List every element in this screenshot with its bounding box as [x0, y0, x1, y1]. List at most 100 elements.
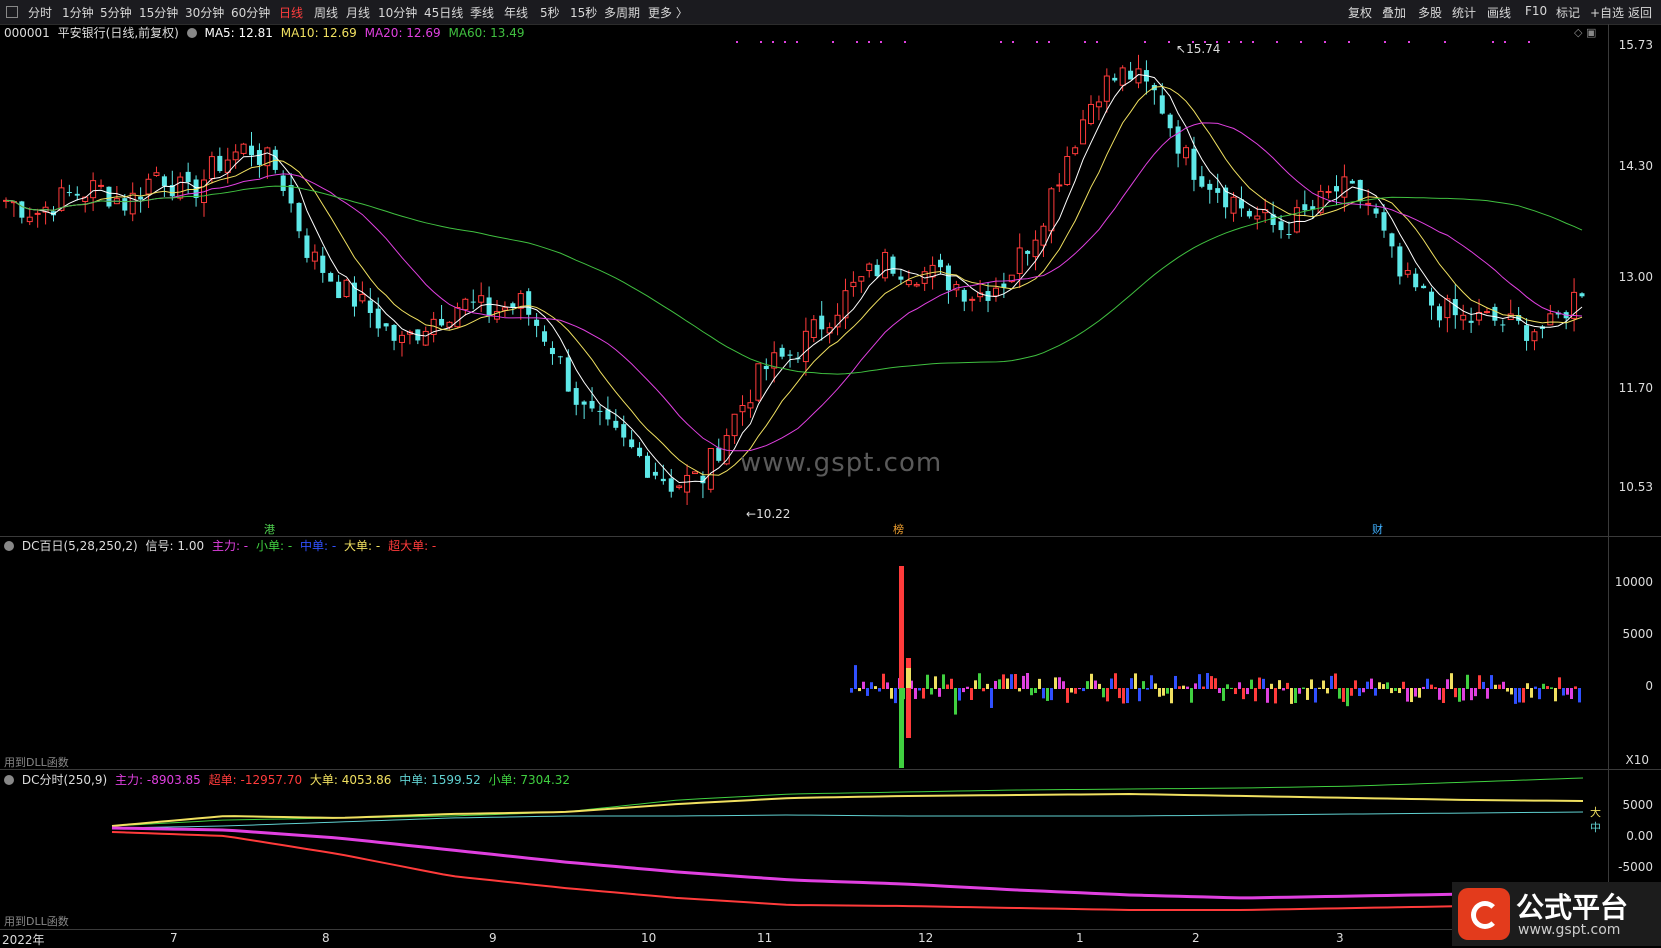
toolbar-item-5[interactable]: 60分钟	[231, 4, 270, 21]
candle	[819, 301, 825, 341]
marker-gang[interactable]: 港	[264, 521, 275, 537]
histogram-bar	[890, 688, 893, 699]
candle	[311, 244, 318, 270]
candle	[1223, 184, 1229, 219]
candle	[415, 329, 421, 345]
candle	[1112, 73, 1118, 83]
toolbar-right-3[interactable]: 统计	[1452, 4, 1476, 21]
histogram-bar	[918, 688, 921, 691]
low-value: 10.22	[756, 507, 791, 521]
histogram-bar	[1454, 688, 1457, 698]
x-tick-5: 11	[757, 931, 773, 945]
zhongdan-line	[111, 811, 1584, 829]
toolbar-right-7[interactable]: +自选	[1590, 4, 1624, 21]
histogram-bar	[1198, 674, 1201, 689]
toolbar-right-0[interactable]: 复权	[1348, 4, 1372, 21]
toolbar-right-5[interactable]: F10	[1525, 4, 1547, 18]
histogram-bar	[1190, 688, 1193, 703]
window-icon[interactable]	[6, 6, 18, 18]
dc-baiuri-histogram[interactable]	[0, 537, 1608, 769]
histogram-bar	[1446, 679, 1449, 689]
toolbar-right-1[interactable]: 叠加	[1382, 4, 1406, 21]
histogram-bar	[974, 680, 977, 689]
histogram-bar	[1458, 688, 1461, 702]
histogram-bar	[866, 688, 869, 696]
histogram-bar	[1010, 674, 1013, 689]
histogram-bar	[870, 682, 873, 689]
candle	[10, 201, 17, 217]
histogram-bar	[1214, 678, 1217, 689]
candle	[1500, 319, 1506, 333]
toolbar-item-10[interactable]: 45日线	[424, 4, 463, 21]
toolbar-item-4[interactable]: 30分钟	[185, 4, 224, 21]
toolbar-item-13[interactable]: 5秒	[540, 4, 560, 21]
candle	[542, 325, 548, 346]
histogram-bar	[1098, 683, 1101, 689]
toolbar-item-9[interactable]: 10分钟	[378, 4, 417, 21]
histogram-bar	[1238, 682, 1241, 689]
histogram-bar	[1538, 688, 1541, 700]
candle	[42, 201, 49, 225]
histogram-bar	[1514, 688, 1517, 704]
toolbar-item-6[interactable]: 日线	[279, 4, 303, 21]
histogram-bar	[926, 674, 929, 689]
candle	[1421, 283, 1427, 289]
histogram-bar	[1282, 688, 1285, 691]
signal-dot	[1036, 41, 1038, 43]
signal-dot	[1084, 41, 1086, 43]
candle	[1429, 287, 1435, 320]
signal-dot	[796, 41, 798, 43]
histogram-spike	[899, 688, 904, 768]
logo-url: www.gspt.com	[1518, 922, 1621, 938]
toolbar-right-8[interactable]: 返回	[1628, 4, 1652, 21]
toolbar-item-12[interactable]: 年线	[504, 4, 528, 21]
candle	[1341, 164, 1348, 212]
toolbar-right-4[interactable]: 画线	[1487, 4, 1511, 21]
dadan-line	[111, 793, 1584, 827]
candle	[858, 275, 865, 293]
candle	[1579, 292, 1585, 298]
histogram-bar	[858, 688, 861, 692]
toolbar-item-14[interactable]: 15秒	[570, 4, 597, 21]
histogram-bar	[1206, 673, 1209, 689]
histogram-bar	[1350, 688, 1353, 696]
candle	[367, 288, 373, 328]
toolbar-item-7[interactable]: 周线	[314, 4, 338, 21]
toolbar-right-2[interactable]: 多股	[1418, 4, 1442, 21]
toolbar-item-11[interactable]: 季线	[470, 4, 494, 21]
main-ytick-4: 10.53	[1618, 480, 1653, 494]
candle	[707, 447, 714, 493]
candle	[296, 202, 302, 239]
dc-fenshi-lines[interactable]	[0, 770, 1608, 930]
toolbar-item-15[interactable]: 多周期	[604, 4, 640, 21]
candle	[1095, 95, 1102, 121]
toolbar-right-6[interactable]: 标记	[1556, 4, 1580, 21]
candle	[383, 322, 389, 332]
histogram-bar	[1494, 684, 1497, 689]
candle	[249, 131, 255, 167]
x-tick-8: 2	[1192, 931, 1200, 945]
candle	[66, 184, 72, 197]
toolbar-item-0[interactable]: 分时	[28, 4, 52, 21]
marker-cai[interactable]: 财	[1372, 521, 1383, 537]
histogram-bar	[1050, 688, 1053, 701]
histogram-bar	[1330, 675, 1333, 689]
toolbar-item-3[interactable]: 15分钟	[139, 4, 178, 21]
histogram-spike	[906, 668, 911, 688]
toolbar-item-8[interactable]: 月线	[346, 4, 370, 21]
candle	[240, 142, 247, 156]
toolbar-item-2[interactable]: 5分钟	[100, 4, 132, 21]
histogram-bar	[1358, 688, 1361, 697]
histogram-bar	[1390, 688, 1393, 694]
candle	[565, 349, 571, 392]
candle	[1460, 304, 1467, 330]
marker-bang[interactable]: 榜	[893, 521, 904, 537]
histogram-bar	[1354, 680, 1357, 689]
signal-dot	[1228, 41, 1230, 43]
toolbar-item-1[interactable]: 1分钟	[62, 4, 94, 21]
candle	[842, 278, 849, 329]
candle	[921, 266, 928, 291]
toolbar-item-16[interactable]: 更多 〉	[648, 4, 688, 21]
signal-dot	[1168, 41, 1170, 43]
signal-dot	[856, 41, 858, 43]
